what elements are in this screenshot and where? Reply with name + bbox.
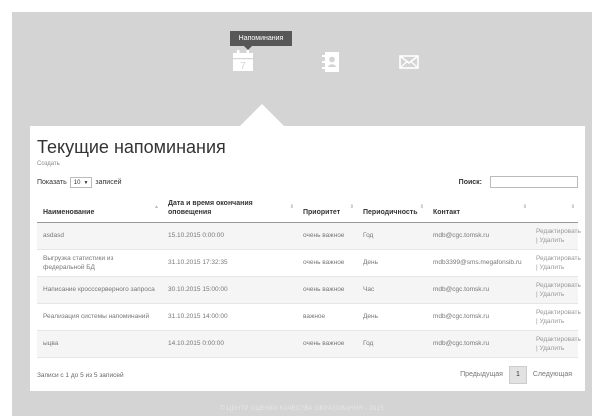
sort-icon: ⇕ <box>289 203 294 210</box>
cell-name: asdasd <box>37 222 162 250</box>
table-row: Написание кросссерверного запроса 30.10.… <box>37 276 581 304</box>
sort-asc-icon: ▲ <box>154 203 159 210</box>
reminders-panel: Текущие напоминания Создать Показать 10 … <box>30 126 585 391</box>
show-label: Показать <box>37 179 67 186</box>
sort-icon: ⇕ <box>349 203 354 210</box>
cell-period: Год <box>357 222 427 250</box>
column-header-actions[interactable]: ⇕ <box>530 194 578 223</box>
table-row: asdasd 15.10.2015 0:00:00 очень важное Г… <box>37 222 581 250</box>
search-input[interactable] <box>490 176 578 188</box>
create-link[interactable]: Создать <box>37 161 60 167</box>
calendar-icon[interactable]: 7 <box>232 50 254 72</box>
sort-icon: ⇕ <box>419 203 424 210</box>
app-frame: Напоминания 7 Текущие напоминания Создат… <box>12 12 592 416</box>
panel-pointer <box>240 104 284 126</box>
cell-name: Выгрузка статистики из федеральной БД <box>37 249 162 277</box>
svg-text:7: 7 <box>240 61 246 72</box>
cell-period: Час <box>357 276 427 304</box>
cell-date: 30.10.2015 15:00:00 <box>162 276 297 304</box>
column-header-contact[interactable]: Контакт ⇕ <box>427 194 530 223</box>
row-actions-links[interactable]: Редактировать | Удалить <box>530 276 581 304</box>
page-length-select[interactable]: 10 ▼ <box>69 177 93 188</box>
cell-priority: очень важное <box>297 330 357 358</box>
table-header-row: Наименование ▲ Дата и время окончания опо… <box>37 194 578 223</box>
caret-down-icon: ▼ <box>83 179 89 186</box>
cell-date: 14.10.2015 0:00:00 <box>162 330 297 358</box>
pager-page-button[interactable]: 1 <box>508 366 527 384</box>
page-title: Текущие напоминания <box>37 137 226 157</box>
sort-icon: ⇕ <box>522 203 527 210</box>
cell-priority: очень важное <box>297 249 357 277</box>
cell-period: Год <box>357 330 427 358</box>
column-header-priority[interactable]: Приоритет ⇕ <box>297 194 357 223</box>
cell-name: Написание кросссерверного запроса <box>37 276 162 304</box>
pager-prev-button[interactable]: Предыдущая <box>454 367 509 383</box>
pagination: Предыдущая 1 Следующая <box>454 366 578 384</box>
cell-contact: mdb@cgc.tomsk.ru <box>427 330 530 358</box>
table-info: Записи с 1 до 5 из 5 записей <box>37 372 124 379</box>
cell-date: 15.10.2015 0:00:00 <box>162 222 297 250</box>
row-actions-links[interactable]: Редактировать | Удалить <box>530 222 581 250</box>
cell-name: ыцва <box>37 330 162 358</box>
nav-tooltip: Напоминания <box>230 31 292 50</box>
sort-icon: ⇕ <box>570 203 575 210</box>
page-length-value: 10 <box>73 179 81 186</box>
cell-contact: mdb@cgc.tomsk.ru <box>427 276 530 304</box>
search-control: Поиск: <box>459 176 578 188</box>
cell-contact: mdb@cgc.tomsk.ru <box>427 303 530 331</box>
reminders-table: Наименование ▲ Дата и время окончания опо… <box>37 194 581 358</box>
cell-contact: mdb3399@sms.megafonsib.ru <box>427 249 530 277</box>
contacts-icon[interactable] <box>322 51 340 73</box>
column-header-period[interactable]: Периодичность ⇕ <box>357 194 427 223</box>
row-actions-links[interactable]: Редактировать | Удалить <box>530 303 581 331</box>
table-row: ыцва 14.10.2015 0:00:00 очень важное Год… <box>37 330 581 358</box>
table-row: Выгрузка статистики из федеральной БД 31… <box>37 249 581 277</box>
cell-priority: важное <box>297 303 357 331</box>
search-label: Поиск: <box>458 178 482 186</box>
cell-name: Реализация системы напоминаний <box>37 303 162 331</box>
cell-priority: очень важное <box>297 276 357 304</box>
footer-copyright: © ЦЕНТР ОЦЕНКИ КАЧЕСТВА ОБРАЗОВАНИЯ - 20… <box>220 406 384 412</box>
cell-date: 31.10.2015 17:32:35 <box>162 249 297 277</box>
cell-period: День <box>357 249 427 277</box>
row-actions-links[interactable]: Редактировать | Удалить <box>530 249 581 277</box>
records-label: записей <box>95 179 122 186</box>
mail-icon[interactable] <box>399 55 419 69</box>
cell-period: День <box>357 303 427 331</box>
row-actions-links[interactable]: Редактировать | Удалить <box>530 330 581 358</box>
column-header-name[interactable]: Наименование ▲ <box>37 194 162 223</box>
cell-contact: mdb@cgc.tomsk.ru <box>427 222 530 250</box>
table-row: Реализация системы напоминаний 31.10.201… <box>37 303 581 331</box>
column-header-date[interactable]: Дата и время окончания оповещения ⇕ <box>162 194 297 223</box>
cell-priority: очень важное <box>297 222 357 250</box>
page-length-control: Показать 10 ▼ записей <box>37 177 122 188</box>
pager-next-button[interactable]: Следующая <box>527 367 578 383</box>
cell-date: 31.10.2015 14:00:00 <box>162 303 297 331</box>
